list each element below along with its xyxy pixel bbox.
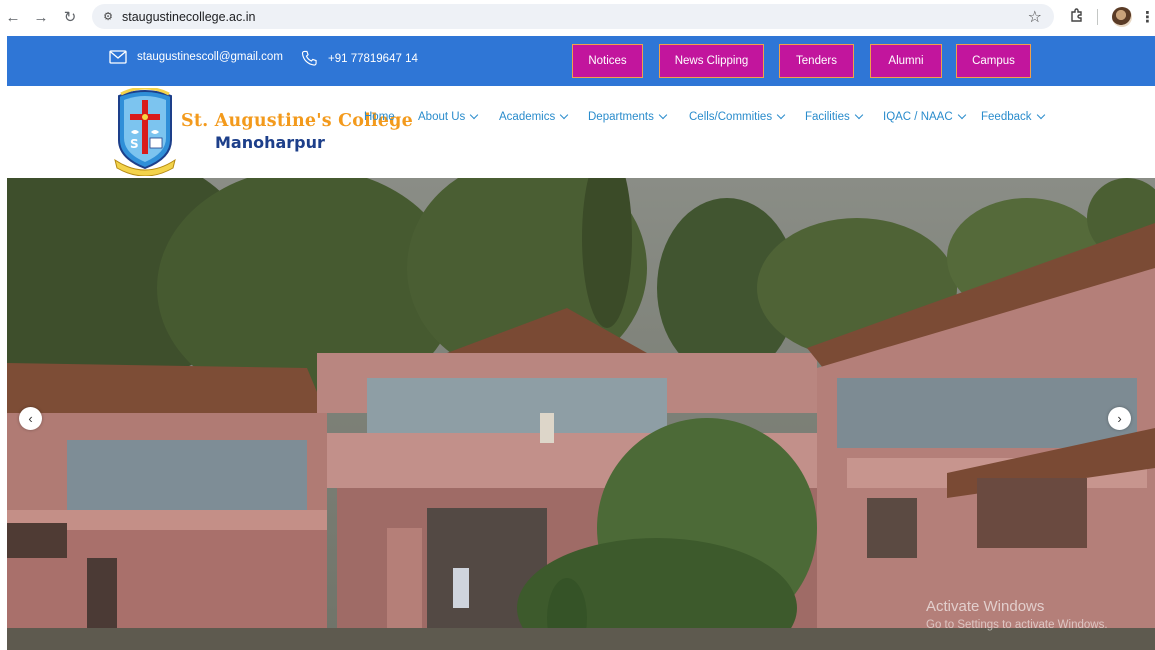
profile-avatar[interactable] xyxy=(1112,7,1132,27)
nav-label[interactable]: Feedback xyxy=(981,111,1032,123)
campus-button[interactable]: Campus xyxy=(956,44,1031,78)
chevron-left-icon: ‹ xyxy=(28,411,33,426)
mail-icon xyxy=(109,50,127,64)
campus-building-photo xyxy=(7,178,1155,650)
carousel-next-button[interactable]: › xyxy=(1108,407,1131,430)
toolbar-separator xyxy=(1097,9,1098,25)
nav-departments[interactable]: Departments xyxy=(588,110,668,123)
phone-contact[interactable]: +91 77819647 14 xyxy=(300,50,418,67)
nav-cells-commities[interactable]: Cells/Commities xyxy=(689,110,786,123)
extensions-icon[interactable] xyxy=(1068,7,1086,25)
chevron-right-icon: › xyxy=(1117,411,1122,426)
top-contact-bar: staugustinescoll@gmail.com +91 77819647 … xyxy=(7,36,1155,86)
more-menu-icon[interactable]: ⋮ xyxy=(1140,8,1155,26)
nav-facilities[interactable]: Facilities xyxy=(805,110,863,123)
reload-icon[interactable]: ↻ xyxy=(59,6,81,28)
nav-label[interactable]: Home xyxy=(364,111,395,123)
hero-slider: ‹ › Activate Windows Go to Settings to a… xyxy=(7,178,1155,650)
svg-text:S: S xyxy=(130,137,139,151)
nav-label[interactable]: Facilities xyxy=(805,111,850,123)
activate-windows-subtitle: Go to Settings to activate Windows. xyxy=(926,619,1108,631)
nav-label[interactable]: Departments xyxy=(588,111,654,123)
email-contact[interactable]: staugustinescoll@gmail.com xyxy=(109,50,283,64)
tenders-button[interactable]: Tenders xyxy=(779,44,854,78)
nav-label[interactable]: IQAC / NAAC xyxy=(883,111,953,123)
browser-toolbar: ← → ↻ ⚙ staugustinecollege.ac.in ☆ ⋮ xyxy=(0,0,1155,34)
notices-button[interactable]: Notices xyxy=(572,44,643,78)
address-url[interactable]: staugustinecollege.ac.in xyxy=(122,10,255,24)
nav-home[interactable]: Home xyxy=(364,111,395,123)
news-clipping-button[interactable]: News Clipping xyxy=(659,44,764,78)
nav-academics[interactable]: Academics xyxy=(499,110,569,123)
site-header: S St. Augustine's College Manoharpur Hom… xyxy=(7,86,1155,178)
nav-iqac-naac[interactable]: IQAC / NAAC xyxy=(883,110,966,123)
chevron-down-icon xyxy=(854,110,863,120)
activate-windows-title: Activate Windows xyxy=(926,598,1045,615)
nav-about-us[interactable]: About Us xyxy=(418,110,479,123)
chevron-down-icon xyxy=(658,110,668,120)
forward-icon[interactable]: → xyxy=(30,6,52,28)
site-info-icon[interactable]: ⚙ xyxy=(100,9,116,25)
chevron-down-icon xyxy=(1036,110,1045,120)
carousel-prev-button[interactable]: ‹ xyxy=(19,407,42,430)
college-logo[interactable]: S xyxy=(111,88,179,176)
chevron-down-icon xyxy=(470,110,479,120)
email-text[interactable]: staugustinescoll@gmail.com xyxy=(137,51,283,63)
nav-label[interactable]: About Us xyxy=(418,111,465,123)
chevron-down-icon xyxy=(776,110,786,120)
back-icon[interactable]: ← xyxy=(2,6,24,28)
phone-icon xyxy=(301,50,317,66)
nav-label[interactable]: Cells/Commities xyxy=(689,111,772,123)
chevron-down-icon xyxy=(560,110,569,120)
bookmark-star-icon[interactable]: ☆ xyxy=(1028,7,1042,27)
nav-label[interactable]: Academics xyxy=(499,111,555,123)
alumni-button[interactable]: Alumni xyxy=(870,44,942,78)
nav-feedback[interactable]: Feedback xyxy=(981,110,1045,123)
address-bar[interactable]: ⚙ staugustinecollege.ac.in ☆ xyxy=(92,4,1054,29)
brand-subtitle[interactable]: Manoharpur xyxy=(215,133,325,152)
phone-text[interactable]: +91 77819647 14 xyxy=(328,53,418,65)
chevron-down-icon xyxy=(957,110,966,120)
